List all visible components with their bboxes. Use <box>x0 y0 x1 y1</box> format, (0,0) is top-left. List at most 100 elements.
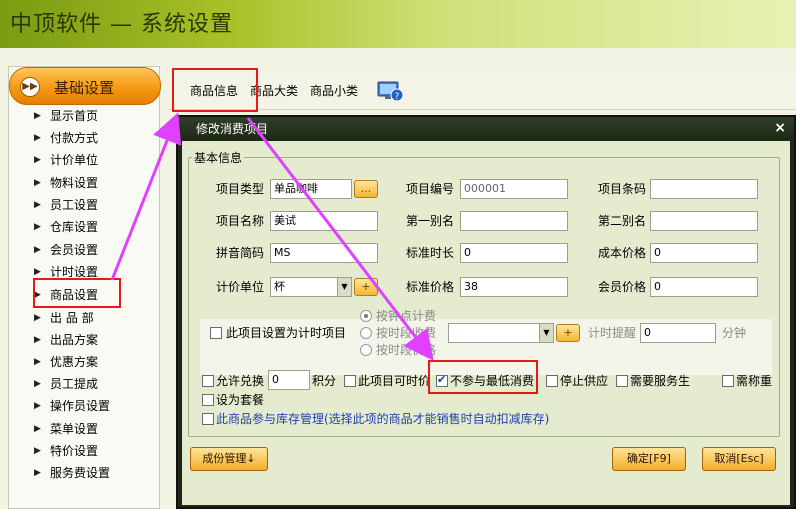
item-code-label: 项目编号 <box>406 182 455 196</box>
sidebar-item-label: 操作员设置 <box>50 399 111 413</box>
sidebar-item-label: 会员设置 <box>50 243 99 257</box>
timed-plan-select[interactable]: ▼ <box>448 323 554 343</box>
unit-select-value: 杯 <box>274 280 285 293</box>
stop-supply-checkbox[interactable] <box>546 375 558 387</box>
sidebar-item[interactable]: ▶ 显示首页 <box>26 106 148 126</box>
chevron-down-icon: ▼ <box>337 278 351 296</box>
exchange-points-field[interactable]: 0 <box>268 370 310 390</box>
monitor-help-icon[interactable]: ? <box>376 80 404 102</box>
edit-item-dialog: 修改消费项目 × 基本信息 项目类型 单品咖啡 ... 项目编号 000001 … <box>176 115 796 509</box>
ok-button[interactable]: 确定[F9] <box>612 447 686 471</box>
sidebar-item[interactable]: ▶ 特价设置 <box>26 441 148 461</box>
sidebar-item[interactable]: ▶ 付款方式 <box>26 128 148 148</box>
sidebar-item[interactable]: ▶ 物料设置 <box>26 173 148 193</box>
need-weigh-checkbox[interactable] <box>722 375 734 387</box>
chevron-right-icon: ▶ <box>34 401 41 411</box>
sidebar-item[interactable]: ▶ 员工设置 <box>26 195 148 215</box>
item-type-browse-button[interactable]: ... <box>354 180 378 198</box>
unit-select[interactable]: 杯 ▼ <box>270 277 352 297</box>
sidebar-item[interactable]: ▶ 仓库设置 <box>26 217 148 237</box>
item-name-field[interactable]: 美试 <box>270 211 378 231</box>
sidebar-item-label: 优惠方案 <box>50 355 99 369</box>
cancel-button[interactable]: 取消[Esc] <box>702 447 776 471</box>
sidebar-item-label: 付款方式 <box>50 131 99 145</box>
sidebar-header-label: 基础设置 <box>54 79 115 97</box>
radio-by-period-fee[interactable] <box>360 327 372 339</box>
radio-by-period-price[interactable] <box>360 344 372 356</box>
sidebar-item-label: 菜单设置 <box>50 422 99 436</box>
barcode-label: 项目条码 <box>598 182 647 196</box>
need-waiter-label: 需要服务生 <box>630 374 691 388</box>
dialog-body: 基本信息 项目类型 单品咖啡 ... 项目编号 000001 项目条码 项目名称… <box>182 141 790 505</box>
need-waiter-checkbox[interactable] <box>616 375 628 387</box>
highlight-box-nav <box>33 278 121 308</box>
chevron-right-icon: ▶ <box>34 379 41 389</box>
pinyin-field[interactable]: MS <box>270 243 378 263</box>
tab-product-subcategory[interactable]: 商品小类 <box>306 78 362 104</box>
timed-item-label: 此项目设置为计时项目 <box>226 326 347 340</box>
sidebar-item-label: 显示首页 <box>50 109 99 123</box>
set-meal-checkbox[interactable] <box>202 394 214 406</box>
radio-by-clock[interactable] <box>360 310 372 322</box>
allow-exchange-label: 允许兑换 <box>216 374 265 388</box>
pinyin-label: 拼音简码 <box>216 246 265 260</box>
sidebar-item[interactable]: ▶ 会员设置 <box>26 240 148 260</box>
reminder-label: 计时提醒 <box>588 326 637 340</box>
allow-exchange-checkbox[interactable] <box>202 375 214 387</box>
cost-mgmt-button[interactable]: 成份管理↓ <box>190 447 268 471</box>
std-price-field[interactable]: 38 <box>460 277 568 297</box>
group-title: 基本信息 <box>192 149 245 166</box>
cost-price-field[interactable]: 0 <box>650 243 758 263</box>
barcode-field[interactable] <box>650 179 758 199</box>
time-price-label: 此项目可时价 <box>358 374 431 388</box>
std-duration-label: 标准时长 <box>406 246 455 260</box>
sidebar-item[interactable]: ▶ 服务费设置 <box>26 463 148 483</box>
sidebar-header[interactable]: ▶▶ 基础设置 <box>9 67 161 105</box>
chevron-right-icon: ▶ <box>34 424 41 434</box>
points-label: 积分 <box>312 374 337 388</box>
chevron-right-icon: ▶ <box>34 468 41 478</box>
basic-info-group <box>188 157 780 437</box>
dialog-title-text: 修改消费项目 <box>196 122 269 136</box>
sidebar-item-label: 出品方案 <box>50 333 99 347</box>
std-price-label: 标准价格 <box>406 280 455 294</box>
sidebar-item[interactable]: ▶ 计价单位 <box>26 150 148 170</box>
close-icon[interactable]: × <box>774 120 786 136</box>
chevron-right-icon: ▶ <box>34 335 41 345</box>
stock-mgmt-checkbox[interactable] <box>202 413 214 425</box>
alias1-label: 第一别名 <box>406 214 455 228</box>
highlight-box-option <box>428 360 538 394</box>
chevron-right-icon: ▶ <box>34 200 41 210</box>
item-type-label: 项目类型 <box>216 182 265 196</box>
chevron-right-icon: ▶ <box>34 133 41 143</box>
chevron-right-icon: ▶ <box>34 155 41 165</box>
member-price-label: 会员价格 <box>598 280 647 294</box>
sidebar-item-label: 员工提成 <box>50 377 99 391</box>
sidebar-item[interactable]: ▶ 优惠方案 <box>26 352 148 372</box>
timed-item-checkbox[interactable] <box>210 327 222 339</box>
tab-label: 商品小类 <box>310 84 359 98</box>
sidebar-item[interactable]: ▶ 出品方案 <box>26 330 148 350</box>
need-weigh-label: 需称重 <box>736 374 773 388</box>
add-timed-plan-button[interactable]: + <box>556 324 580 342</box>
chevron-right-icon: ▶ <box>34 357 41 367</box>
item-code-field[interactable]: 000001 <box>460 179 568 199</box>
sidebar-item[interactable]: ▶ 操作员设置 <box>26 396 148 416</box>
item-type-field[interactable]: 单品咖啡 <box>270 179 352 199</box>
time-price-checkbox[interactable] <box>344 375 356 387</box>
alias1-field[interactable] <box>460 211 568 231</box>
member-price-field[interactable]: 0 <box>650 277 758 297</box>
sidebar-item[interactable]: ▶ 菜单设置 <box>26 419 148 439</box>
sidebar-item-label: 出 品 部 <box>50 311 94 325</box>
cost-price-label: 成本价格 <box>598 246 647 260</box>
sidebar-item[interactable]: ▶ 出 品 部 <box>26 308 148 328</box>
std-duration-field[interactable]: 0 <box>460 243 568 263</box>
sidebar-item[interactable]: ▶ 员工提成 <box>26 374 148 394</box>
stock-mgmt-label: 此商品参与库存管理(选择此项的商品才能销售时自动扣减库存) <box>216 412 550 426</box>
stop-supply-label: 停止供应 <box>560 374 609 388</box>
alias2-field[interactable] <box>650 211 758 231</box>
reminder-field[interactable]: 0 <box>640 323 716 343</box>
chevron-right-icon: ▶ <box>34 111 41 121</box>
minute-label: 分钟 <box>722 326 747 340</box>
add-unit-button[interactable]: + <box>354 278 378 296</box>
